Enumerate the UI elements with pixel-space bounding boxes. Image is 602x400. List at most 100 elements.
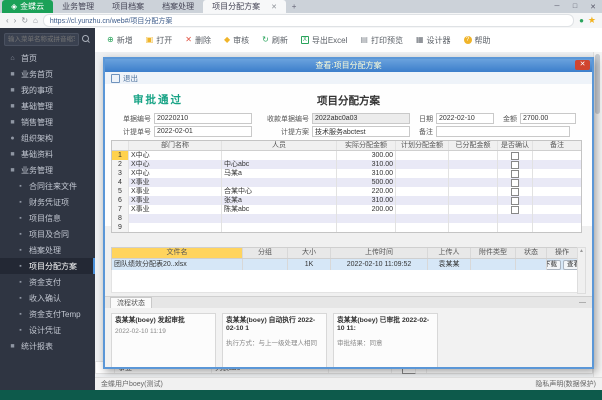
extension-icon[interactable]: ●	[579, 16, 584, 25]
browser-tab[interactable]: 业务管理	[53, 0, 103, 13]
scrollbar-thumb[interactable]	[595, 54, 600, 114]
amount-field[interactable]	[520, 113, 576, 124]
workspace-scrollbar[interactable]	[593, 52, 602, 378]
sidebar-item-home[interactable]: ⌂ 首页	[0, 50, 95, 66]
sidebar-item[interactable]: ▪ 收入确认	[0, 290, 95, 306]
remark-field[interactable]	[436, 126, 570, 137]
doc-icon: ▪	[19, 310, 22, 318]
browser-tab-home[interactable]: ◈ 金蝶云	[2, 0, 54, 13]
row-number: 9	[112, 223, 129, 232]
export-excel-button[interactable]: X 导出Excel	[300, 35, 347, 46]
url-input[interactable]: https://cl.yunzhu.cn/web#/项目分配方案	[42, 14, 575, 27]
sidebar-item[interactable]: ● 组织架构	[0, 130, 95, 146]
sidebar-item[interactable]: ▪ 资金支付	[0, 274, 95, 290]
download-button[interactable]: 下载	[547, 260, 561, 270]
table-row[interactable]: 9	[112, 223, 581, 232]
audit-button[interactable]: ◆ 审核	[224, 35, 249, 46]
table-row[interactable]: 3 X中心 马某a 310.00	[112, 169, 581, 178]
button-label: 设计器	[426, 35, 451, 45]
print-preview-button[interactable]: ▤ 打印预览	[360, 35, 403, 46]
browser-tab[interactable]: 档案处理	[153, 0, 203, 13]
plan-field[interactable]	[312, 126, 410, 137]
sidebar-item[interactable]: ▪ 项目信息	[0, 210, 95, 226]
confirm-checkbox[interactable]	[511, 205, 519, 214]
table-row[interactable]: 8	[112, 214, 581, 223]
button-label: 新增	[116, 35, 133, 45]
attachment-empty-area	[111, 270, 578, 293]
exit-button[interactable]: 退出	[123, 73, 138, 84]
window-minimize-icon[interactable]: ─	[548, 3, 566, 10]
confirm-checkbox[interactable]	[511, 151, 519, 160]
confirm-checkbox[interactable]	[511, 160, 519, 169]
sidebar-item[interactable]: ▪ 资金支付Temp	[0, 306, 95, 322]
table-row[interactable]: 2 X中心 中心abc 310.00	[112, 160, 581, 169]
view-button[interactable]: 查看	[563, 260, 577, 270]
browser-tab[interactable]: 项目档案	[103, 0, 153, 13]
confirm-checkbox[interactable]	[511, 178, 519, 187]
sidebar-item-active[interactable]: ▪ 项目分配方案	[0, 258, 95, 274]
browser-addressbar: ‹ › ↻ ⌂ https://cl.yunzhu.cn/web#/项目分配方案…	[0, 13, 602, 29]
search-icon[interactable]	[82, 35, 91, 44]
form-heading: 项目分配方案	[317, 95, 380, 107]
form-panel: 审批通过 项目分配方案 单据编号 收款单据编号 日期 金额	[105, 84, 592, 233]
status-privacy-link[interactable]: 隐私声明(数据保护)	[535, 379, 596, 389]
flow-card[interactable]: 袁某某(boey) 已审批 2022-02-10 11: 审批结果：同意	[333, 313, 438, 367]
browser-tab-active[interactable]: 项目分配方案 ✕	[203, 0, 287, 13]
flow-card-line: 审批结果：同意	[337, 339, 383, 347]
recv-no-field[interactable]	[312, 113, 410, 124]
confirm-checkbox[interactable]	[511, 169, 519, 178]
sidebar-item[interactable]: ▪ 财务凭证项	[0, 194, 95, 210]
window-maximize-icon[interactable]: □	[566, 3, 584, 10]
date-field[interactable]	[436, 113, 494, 124]
sidebar-item[interactable]: ▪ 档案处理	[0, 242, 95, 258]
attachment-scrollbar[interactable]: ▲	[577, 247, 586, 294]
table-row[interactable]: 7 X事业 陈某abc 200.00	[112, 205, 581, 214]
tab-close-icon[interactable]: ✕	[271, 3, 277, 11]
sidebar-item[interactable]: ■ 基础资料	[0, 146, 95, 162]
exit-icon	[111, 73, 120, 83]
sidebar-item[interactable]: ■ 业务管理	[0, 162, 95, 178]
table-row[interactable]: 4 X事业 500.00	[112, 178, 581, 187]
menu-search-input[interactable]	[4, 33, 79, 46]
tab-label: 金蝶云	[20, 2, 45, 11]
sidebar-item[interactable]: ■ 统计报表	[0, 338, 95, 354]
sidebar-item[interactable]: ■ 基础管理	[0, 98, 95, 114]
sidebar-item[interactable]: ■ 业务首页	[0, 66, 95, 82]
table-row[interactable]: 5 X事业 合某中心 220.00	[112, 187, 581, 196]
col-actual: 实际分配金额	[337, 141, 396, 150]
sidebar-item-label: 收入确认	[29, 293, 61, 303]
window-close-icon[interactable]: ✕	[584, 3, 602, 11]
status-user: 金蝶用户boey(测试)	[101, 381, 163, 388]
help-button[interactable]: ? 帮助	[463, 35, 491, 46]
table-row[interactable]: 6 X事业 张某a 310.00	[112, 196, 581, 205]
confirm-checkbox[interactable]	[511, 187, 519, 196]
dialog-close-icon[interactable]: ✕	[575, 60, 590, 70]
new-button[interactable]: ⊕ 新增	[107, 35, 133, 46]
refresh-button[interactable]: ↻ 刷新	[262, 35, 288, 46]
sidebar-item[interactable]: ▪ 设计凭证	[0, 322, 95, 338]
bookmark-star-icon[interactable]: ★	[588, 15, 596, 26]
sidebar-item[interactable]: ▪ 合同往来文件	[0, 178, 95, 194]
sidebar-item[interactable]: ■ 我的事项	[0, 82, 95, 98]
sidebar-item[interactable]: ▪ 项目及合同	[0, 226, 95, 242]
open-button[interactable]: ▣ 打开	[146, 35, 173, 46]
dialog-titlebar[interactable]: 查看:项目分配方案 ✕	[105, 59, 592, 72]
new-tab-button[interactable]: +	[286, 0, 302, 13]
flow-cards: 袁某某(boey) 发起审批 2022-02-10 11:19 袁某某(boey…	[105, 308, 592, 367]
sidebar-item[interactable]: ■ 销售管理	[0, 114, 95, 130]
designer-button[interactable]: ▦ 设计器	[416, 35, 451, 46]
flow-card[interactable]: 袁某某(boey) 自动执行 2022-02-10 1 执行方式：与上一级处理人…	[222, 313, 327, 367]
table-row[interactable]: 1 X中心 300.00	[112, 151, 581, 160]
flow-card[interactable]: 袁某某(boey) 发起审批 2022-02-10 11:19	[111, 313, 216, 367]
home-icon[interactable]: ⌂	[33, 16, 38, 25]
field-row: 计提单号 计提方案 备注	[111, 125, 586, 138]
forward-icon[interactable]: ›	[14, 16, 17, 25]
doc-no-field[interactable]	[154, 113, 252, 124]
back-icon[interactable]: ‹	[6, 16, 9, 25]
reload-icon[interactable]: ↻	[21, 16, 28, 25]
delete-button[interactable]: ✕ 删除	[185, 35, 211, 46]
confirm-checkbox[interactable]	[511, 196, 519, 205]
doc-icon: ▪	[19, 182, 22, 190]
accrual-no-field[interactable]	[154, 126, 252, 137]
tab-label: 项目分配方案	[212, 2, 261, 11]
